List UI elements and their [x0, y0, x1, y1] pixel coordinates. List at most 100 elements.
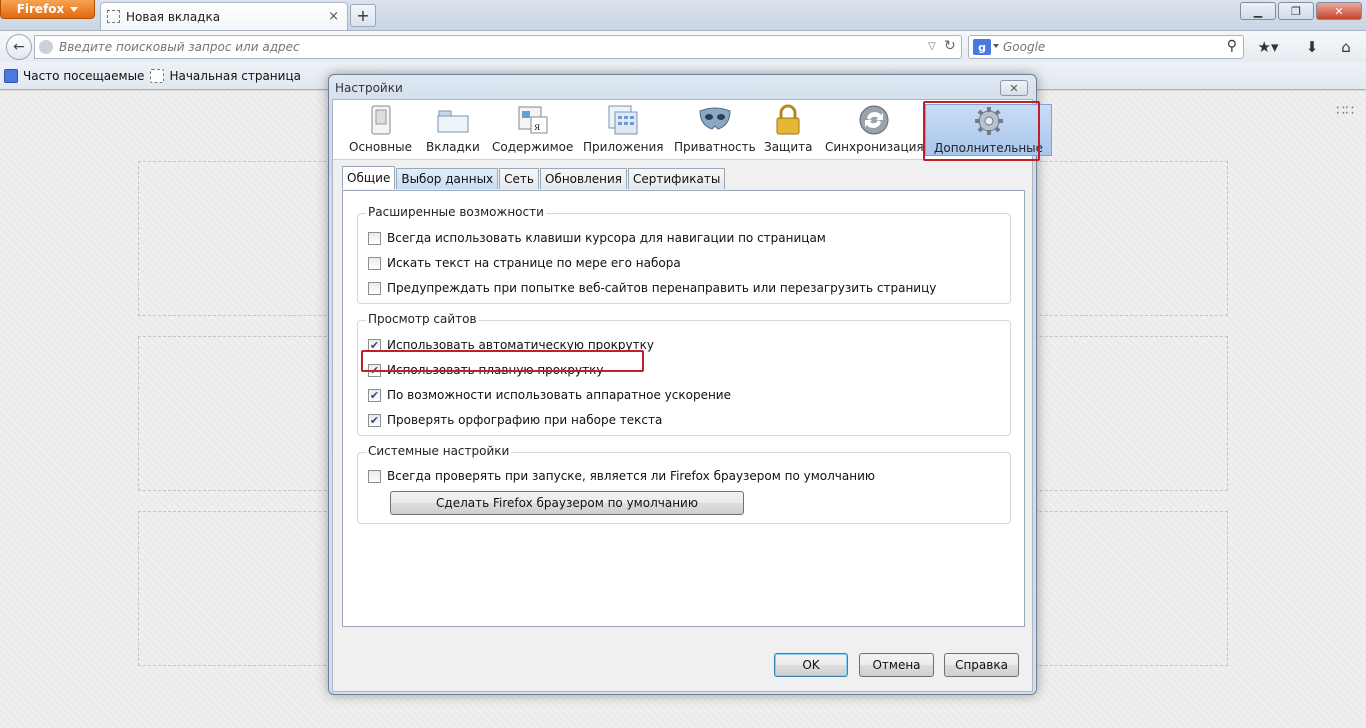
subtab-certificates[interactable]: Сертификаты [628, 168, 726, 189]
cancel-button[interactable]: Отмена [859, 653, 934, 677]
tab-sync[interactable]: Синхронизация [825, 104, 924, 156]
checkbox-row[interactable]: Всегда проверять при запуске, является л… [368, 469, 875, 483]
globe-icon [39, 40, 53, 54]
page-icon [150, 68, 165, 83]
checkbox-label: Проверять орфографию при наборе текста [387, 413, 663, 427]
group-legend: Расширенные возможности [366, 205, 546, 219]
downloads-icon[interactable]: ⬇ [1300, 36, 1324, 58]
tab-content-label: Содержимое [492, 140, 574, 154]
subtab-network[interactable]: Сеть [499, 168, 539, 189]
tab-applications[interactable]: Приложения [583, 104, 664, 156]
bookmark-label: Часто посещаемые [23, 68, 145, 83]
group-advanced-features: Расширенные возможности Всегда использов… [357, 205, 1011, 304]
reload-icon[interactable]: ↻ [944, 38, 956, 54]
google-icon[interactable]: g [973, 39, 991, 55]
minimize-icon: ▁ [1253, 4, 1263, 18]
tab-sync-label: Синхронизация [825, 140, 924, 154]
tab-privacy[interactable]: Приватность [674, 104, 756, 156]
dialog-body: Основные Вкладки я Содержимое Приложения [332, 99, 1053, 692]
highlight-frame-advanced [923, 101, 1040, 161]
bookmarks-star-icon[interactable]: ★▾ [1256, 36, 1280, 58]
subtab-label: Сеть [504, 172, 534, 186]
settings-toolbar: Основные Вкладки я Содержимое Приложения [333, 100, 1053, 161]
search-input[interactable] [1003, 39, 1203, 55]
group-legend: Системные настройки [366, 444, 512, 458]
most-visited-icon [4, 68, 18, 83]
maximize-icon: ❐ [1291, 4, 1301, 18]
tab-security-label: Защита [764, 140, 813, 154]
subtab-data-choices[interactable]: Выбор данных [396, 168, 499, 189]
window-controls: ▁ ❐ ✕ [1240, 2, 1362, 20]
chevron-down-icon [70, 6, 79, 12]
history-dropdown-icon[interactable]: ▽ [928, 41, 936, 52]
checkbox[interactable] [368, 469, 381, 483]
content-icon: я [516, 104, 550, 136]
checkbox[interactable]: ✔ [368, 388, 381, 402]
search-bar[interactable]: g ⚲ [968, 35, 1244, 59]
set-default-browser-button[interactable]: Сделать Firefox браузером по умолчанию [390, 491, 744, 515]
tab-applications-label: Приложения [583, 140, 664, 154]
advanced-subtabs: Общие Выбор данных Сеть Обновления Серти… [342, 166, 726, 189]
applications-icon [606, 104, 640, 136]
home-icon[interactable]: ⌂ [1334, 36, 1358, 58]
close-icon: ✕ [1334, 4, 1344, 18]
settings-dialog: Настройки ✕ Основные Вкладки я Содержимо… [328, 74, 1053, 695]
tab-general[interactable]: Основные [349, 104, 412, 156]
maximize-button[interactable]: ❐ [1278, 2, 1314, 20]
firefox-menu-button[interactable]: Firefox [0, 0, 95, 19]
tab-content[interactable]: я Содержимое [492, 104, 573, 156]
subtab-label: Общие [347, 171, 391, 185]
mask-icon [698, 104, 732, 136]
back-arrow-icon: ← [13, 39, 25, 55]
bookmark-label: Начальная страница [169, 68, 301, 83]
grid-icon[interactable]: ∷∷ [1336, 103, 1354, 119]
tab-tabs-label: Вкладки [426, 140, 480, 154]
switch-icon [364, 104, 398, 136]
url-bar[interactable]: ▽ ↻ [34, 35, 962, 59]
checkbox[interactable] [368, 231, 381, 245]
bookmark-most-visited[interactable]: Часто посещаемые [4, 68, 145, 83]
tab-security[interactable]: Защита [764, 104, 813, 156]
new-tab-button[interactable]: + [350, 4, 376, 27]
tab-privacy-label: Приватность [674, 140, 756, 154]
checkbox-label: Всегда использовать клавиши курсора для … [387, 231, 826, 245]
subtab-updates[interactable]: Обновления [539, 168, 628, 189]
checkbox-row[interactable]: Всегда использовать клавиши курсора для … [368, 231, 826, 245]
tab-title: Новая вкладка [126, 9, 221, 24]
plus-icon: + [356, 6, 370, 25]
padlock-icon [771, 104, 805, 136]
close-icon: ✕ [1009, 81, 1019, 95]
ok-button[interactable]: OK [774, 653, 848, 677]
tab-close-icon[interactable]: × [328, 9, 339, 24]
dialog-title: Настройки [335, 81, 403, 95]
tab-new[interactable]: Новая вкладка × [100, 2, 348, 30]
checkbox-row[interactable]: Искать текст на странице по мере его наб… [368, 256, 681, 270]
checkbox[interactable]: ✔ [368, 413, 381, 427]
svg-text:я: я [534, 122, 540, 133]
group-legend: Просмотр сайтов [366, 312, 479, 326]
checkbox-row[interactable]: Предупреждать при попытке веб-сайтов пер… [368, 281, 936, 295]
dialog-close-button[interactable]: ✕ [1000, 80, 1028, 96]
checkbox-label: Всегда проверять при запуске, является л… [387, 469, 875, 483]
url-input[interactable] [59, 39, 909, 55]
firefox-menu-label: Firefox [16, 2, 65, 16]
back-button[interactable]: ← [6, 34, 32, 60]
checkbox-row[interactable]: ✔ По возможности использовать аппаратное… [368, 388, 731, 402]
checkbox-label: Предупреждать при попытке веб-сайтов пер… [387, 281, 937, 295]
group-browsing: Просмотр сайтов ✔ Использовать автоматич… [357, 312, 1011, 436]
checkbox-row[interactable]: ✔ Проверять орфографию при наборе текста [368, 413, 662, 427]
engine-dropdown-icon[interactable] [993, 44, 999, 48]
help-button[interactable]: Справка [944, 653, 1019, 677]
window-close-button[interactable]: ✕ [1316, 2, 1362, 20]
page-icon [107, 10, 120, 23]
tabs-icon [436, 104, 470, 136]
checkbox[interactable] [368, 281, 381, 295]
tab-tabs[interactable]: Вкладки [426, 104, 480, 156]
title-bar: Firefox Новая вкладка × + ▁ ❐ ✕ [0, 0, 1366, 30]
subtab-general[interactable]: Общие [342, 166, 396, 189]
checkbox[interactable] [368, 256, 381, 270]
checkbox-label: По возможности использовать аппаратное у… [387, 388, 731, 402]
search-icon[interactable]: ⚲ [1227, 38, 1237, 54]
bookmark-start-page[interactable]: Начальная страница [150, 68, 301, 83]
minimize-button[interactable]: ▁ [1240, 2, 1276, 20]
